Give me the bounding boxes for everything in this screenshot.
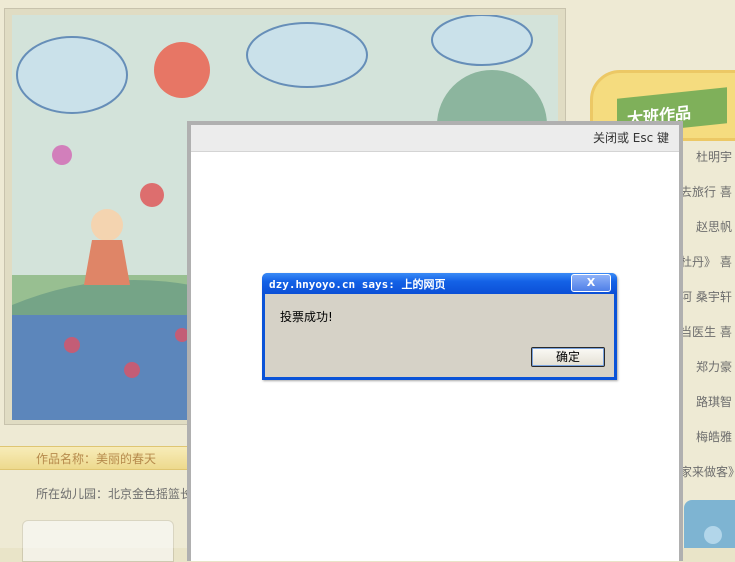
alert-message: 投票成功! [280, 310, 333, 324]
alert-title: dzy.hnyoyo.cn says: 上的网页 [269, 278, 446, 291]
ok-button[interactable]: 确定 [531, 347, 605, 367]
lightbox-close-link[interactable]: 关闭或 Esc 键 [593, 131, 669, 145]
alert-body: 投票成功! 确定 [265, 294, 614, 377]
alert-dialog: dzy.hnyoyo.cn says: 上的网页 X 投票成功! 确定 [262, 273, 617, 380]
lightbox-header: 关闭或 Esc 键 [191, 125, 679, 152]
alert-titlebar: dzy.hnyoyo.cn says: 上的网页 X [262, 273, 617, 294]
alert-close-button[interactable]: X [571, 274, 611, 292]
